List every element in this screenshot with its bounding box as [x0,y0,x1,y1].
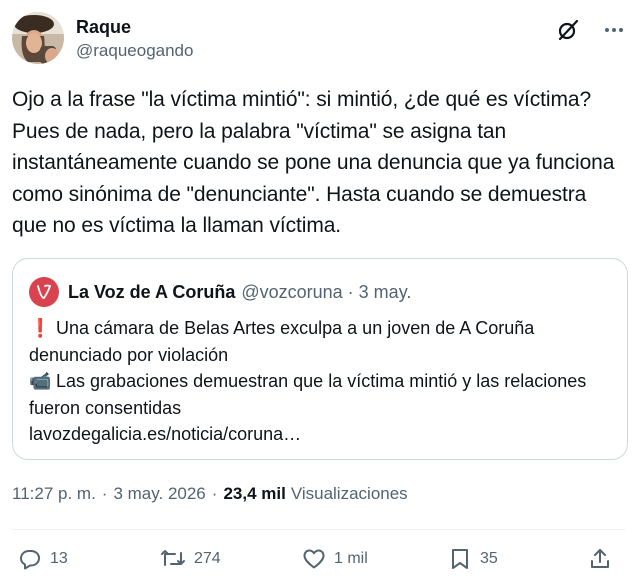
quote-separator: · [347,281,354,302]
tweet-header: Raque @raqueogando [12,12,626,68]
quote-display-name: La Voz de A Coruña [68,281,236,302]
quote-date: 3 may. [358,281,412,302]
video-camera-icon: 📹 [29,371,52,391]
like-button[interactable]: 1 mil [302,547,448,571]
bookmark-count: 35 [480,550,498,567]
tweet-text: Ojo a la frase "la víctima mintió": si m… [12,88,615,237]
display-name[interactable]: Raque [76,16,193,38]
tweet-time[interactable]: 11:27 p. m. [12,484,96,504]
bookmark-button[interactable]: 35 [448,547,588,571]
quote-line-1: ❗ Una cámara de Belas Artes exculpa a un… [29,315,609,368]
reply-icon [20,550,40,570]
user-handle[interactable]: @raqueogando [76,40,193,62]
reply-count: 13 [50,550,68,567]
heart-icon [303,549,325,569]
meta-separator-2: · [211,484,218,503]
meta-separator: · [101,484,108,503]
quote-logo-icon [29,277,59,307]
quote-line-1-text: Una cámara de Belas Artes exculpa a un j… [29,318,535,365]
avatar[interactable] [12,12,64,64]
repost-button[interactable]: 274 [160,547,302,571]
quote-handle: @vozcoruna [241,281,343,302]
quoted-tweet[interactable]: La Voz de A Coruña @vozcoruna · 3 may. ❗… [12,258,628,460]
share-icon [591,549,609,568]
share-button[interactable] [588,547,620,571]
grok-icon[interactable] [556,18,580,42]
quote-body: ❗ Una cámara de Belas Artes exculpa a un… [29,315,609,448]
like-count: 1 mil [334,550,368,567]
bookmark-icon [452,549,468,569]
divider [12,529,626,530]
reply-button[interactable]: 13 [18,547,160,571]
quote-link[interactable]: lavozdegalicia.es/noticia/coruna… [29,421,609,448]
views-label[interactable]: Visualizaciones [291,484,408,504]
more-icon[interactable] [602,18,626,42]
tweet-date[interactable]: 3 may. 2026 [113,484,205,504]
action-bar: 13 274 1 mil 35 [18,547,624,571]
repost-icon [161,550,185,566]
quote-line-2: 📹 Las grabaciones demuestran que la víct… [29,368,609,421]
views-count[interactable]: 23,4 mil [223,484,285,504]
repost-count: 274 [194,550,221,567]
quote-line-2-text: Las grabaciones demuestran que la víctim… [29,371,587,418]
exclamation-icon: ❗ [29,318,52,338]
tweet-meta: 11:27 p. m. · 3 may. 2026 · 23,4 mil Vis… [12,484,408,504]
